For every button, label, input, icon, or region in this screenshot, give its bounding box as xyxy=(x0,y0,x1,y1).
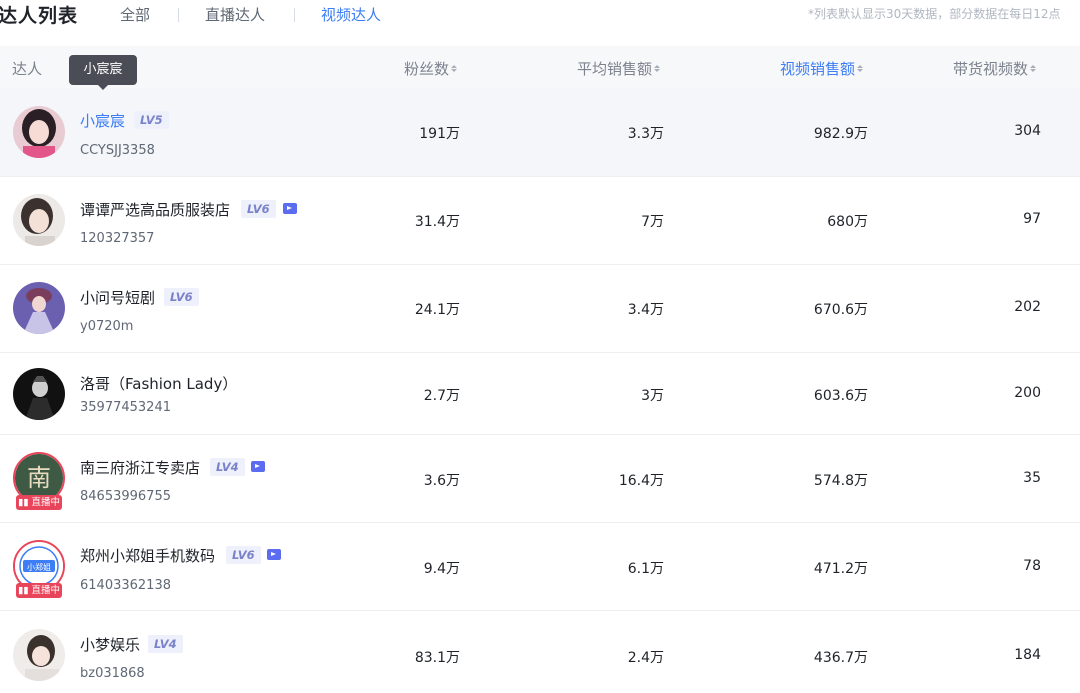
creator-id: 61403362138 xyxy=(80,578,171,593)
table-row[interactable]: 小问号短剧 LV6 y0720m 24.1万 3.4万 670.6万 202 xyxy=(0,265,1080,353)
creator-name[interactable]: 小梦娱乐 xyxy=(80,634,140,655)
creator-id: 84653996755 xyxy=(80,489,171,504)
table-row[interactable]: 谭谭严选高品质服装店 LV6 120327357 31.4万 7万 680万 9… xyxy=(0,177,1080,265)
avatar[interactable] xyxy=(13,629,65,681)
fans-count: 191万 xyxy=(419,126,460,142)
level-badge: LV6 xyxy=(164,288,199,306)
level-badge: LV4 xyxy=(148,635,183,653)
fans-count: 2.7万 xyxy=(423,388,460,404)
video-sales: 680万 xyxy=(827,214,868,230)
level-badge: LV6 xyxy=(241,200,276,218)
video-count: 200 xyxy=(1014,385,1041,401)
column-header-label: 粉丝数 xyxy=(404,60,450,78)
creator-id: bz031868 xyxy=(80,666,145,681)
video-sales: 670.6万 xyxy=(813,302,868,318)
video-verified-icon xyxy=(251,461,265,472)
live-now-badge: ▮▮ 直播中 xyxy=(16,495,62,510)
column-header-avg-sales[interactable]: 平均销售额 xyxy=(577,58,661,79)
live-badge-label: 直播中 xyxy=(31,497,60,508)
live-badge-label: 直播中 xyxy=(31,585,60,596)
table-header: 达人 粉丝数 平均销售额 视频销售额 带货视频数 xyxy=(0,46,1080,88)
table-row[interactable]: 南 ▮▮ 直播中 南三府浙江专卖店 LV4 84653996755 3.6万 1… xyxy=(0,435,1080,523)
video-count: 184 xyxy=(1014,647,1041,663)
column-header-fans[interactable]: 粉丝数 xyxy=(404,58,458,79)
sort-icon[interactable] xyxy=(857,65,864,72)
avg-sales: 7万 xyxy=(641,214,664,230)
sort-icon[interactable] xyxy=(654,65,661,72)
video-sales: 574.8万 xyxy=(813,473,868,489)
avatar[interactable] xyxy=(13,194,65,246)
fans-count: 83.1万 xyxy=(414,650,460,666)
video-verified-icon xyxy=(283,203,297,214)
video-sales: 436.7万 xyxy=(813,650,868,666)
column-header-video-sales[interactable]: 视频销售额 xyxy=(780,58,864,79)
creator-name-link[interactable]: 小宸宸 xyxy=(80,110,125,131)
column-header-label: 视频销售额 xyxy=(780,60,856,78)
video-count: 78 xyxy=(1023,558,1041,574)
tab-divider xyxy=(294,8,295,22)
tab-video-creators[interactable]: 视频达人 xyxy=(321,4,381,25)
tab-divider xyxy=(178,8,179,22)
live-now-badge: ▮▮ 直播中 xyxy=(16,583,62,598)
video-sales: 471.2万 xyxy=(813,561,868,577)
creator-id: 35977453241 xyxy=(80,400,171,415)
avg-sales: 2.4万 xyxy=(627,650,664,666)
name-tooltip: 小宸宸 xyxy=(69,55,137,90)
creator-id: CCYSJJ3358 xyxy=(80,143,155,158)
column-header-label: 平均销售额 xyxy=(577,60,653,78)
video-count: 304 xyxy=(1014,123,1041,139)
level-badge: LV4 xyxy=(210,458,245,476)
video-sales: 603.6万 xyxy=(813,388,868,404)
creator-name[interactable]: 谭谭严选高品质服装店 xyxy=(80,199,230,220)
fans-count: 9.4万 xyxy=(423,561,460,577)
video-verified-icon xyxy=(267,549,281,560)
avg-sales: 6.1万 xyxy=(627,561,664,577)
sort-icon[interactable] xyxy=(451,65,458,72)
avg-sales: 16.4万 xyxy=(618,473,664,489)
column-header-creator: 达人 xyxy=(12,60,43,78)
avatar[interactable] xyxy=(13,368,65,420)
avg-sales: 3.4万 xyxy=(627,302,664,318)
table-row[interactable]: 小宸宸 LV5 CCYSJJ3358 191万 3.3万 982.9万 304 xyxy=(0,88,1080,177)
video-count: 35 xyxy=(1023,470,1041,486)
level-badge: LV6 xyxy=(226,546,261,564)
fans-count: 31.4万 xyxy=(414,214,460,230)
avatar[interactable] xyxy=(13,106,65,158)
sort-icon[interactable] xyxy=(1030,65,1037,72)
creator-name[interactable]: 南三府浙江专卖店 xyxy=(80,457,200,478)
avatar-text: 南 xyxy=(27,464,51,492)
avatar[interactable] xyxy=(13,282,65,334)
creator-name[interactable]: 郑州小郑姐手机数码 xyxy=(80,545,215,566)
video-count: 202 xyxy=(1014,299,1041,315)
top-bar: 达人列表 全部 直播达人 视频达人 *列表默认显示30天数据，部分数据在每日12… xyxy=(0,0,1080,46)
table-row[interactable]: 小梦娱乐 LV4 bz031868 83.1万 2.4万 436.7万 184 xyxy=(0,611,1080,693)
table-row[interactable]: 洛哥（Fashion Lady） 35977453241 2.7万 3万 603… xyxy=(0,353,1080,435)
data-notice: *列表默认显示30天数据，部分数据在每日12点 xyxy=(808,7,1061,21)
video-sales: 982.9万 xyxy=(813,126,868,142)
tab-live-creators[interactable]: 直播达人 xyxy=(205,4,265,25)
column-header-label: 带货视频数 xyxy=(953,60,1029,78)
avg-sales: 3.3万 xyxy=(627,126,664,142)
creator-name[interactable]: 小问号短剧 xyxy=(80,287,155,308)
avg-sales: 3万 xyxy=(641,388,664,404)
level-badge: LV5 xyxy=(134,111,169,129)
creator-name[interactable]: 洛哥（Fashion Lady） xyxy=(80,373,237,394)
tab-all[interactable]: 全部 xyxy=(120,4,150,25)
avatar-text: 小郑姐 xyxy=(27,562,51,572)
creator-id: 120327357 xyxy=(80,231,155,246)
fans-count: 24.1万 xyxy=(414,302,460,318)
page-title: 达人列表 xyxy=(0,5,79,27)
table-row[interactable]: 小郑姐 ▮▮ 直播中 郑州小郑姐手机数码 LV6 61403362138 9.4… xyxy=(0,523,1080,611)
column-header-video-count[interactable]: 带货视频数 xyxy=(953,58,1037,79)
fans-count: 3.6万 xyxy=(423,473,460,489)
creator-id: y0720m xyxy=(80,319,134,334)
video-count: 97 xyxy=(1023,211,1041,227)
